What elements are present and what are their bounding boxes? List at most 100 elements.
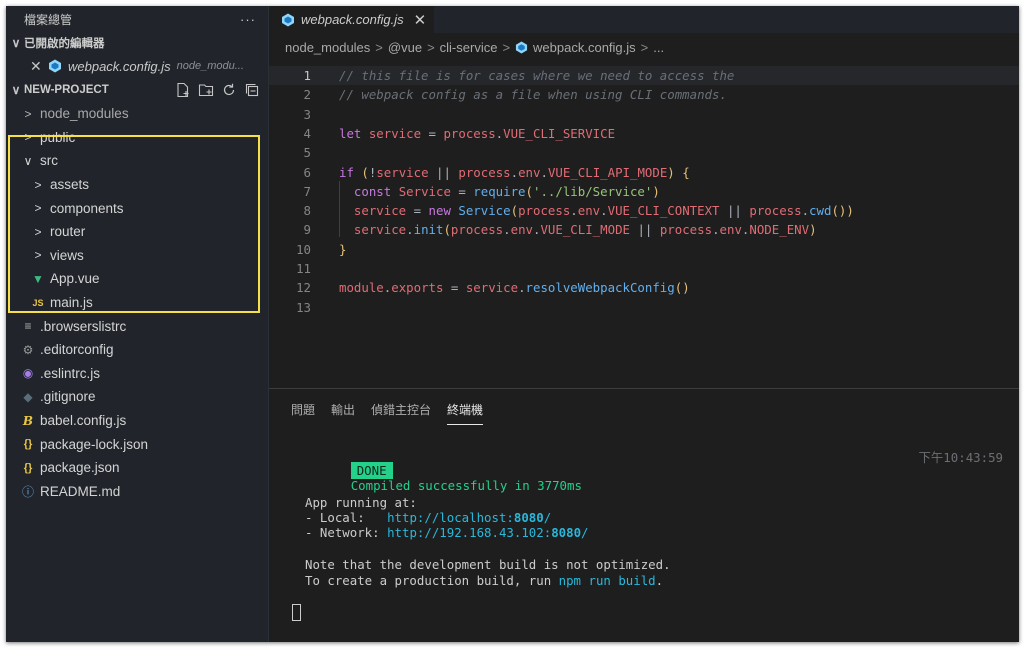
webpack-icon xyxy=(515,40,528,54)
line-number: 8 xyxy=(303,203,311,219)
line-number: 5 xyxy=(303,145,311,161)
code-token: { xyxy=(682,164,690,180)
close-icon[interactable]: ✕ xyxy=(414,11,427,29)
note-period: . xyxy=(655,573,664,588)
tree-item-babel-config-js[interactable]: Bbabel.config.js xyxy=(6,409,268,433)
note-line-2: To create a production build, run npm ru… xyxy=(305,573,663,588)
tab-problems[interactable]: 問題 xyxy=(291,401,315,425)
code-token: ) xyxy=(809,222,817,238)
chevron-right-icon: > xyxy=(502,39,511,55)
code-token: const xyxy=(353,183,399,199)
tree-item-gitignore[interactable]: ◆ .gitignore xyxy=(6,385,268,409)
code-token: () xyxy=(674,280,690,296)
code-line: 10} xyxy=(269,240,1019,259)
breadcrumb-item[interactable]: ... xyxy=(653,40,664,55)
tree-item-label: assets xyxy=(50,177,90,193)
tree-item-eslintrc-js[interactable]: ◉ .eslintrc.js xyxy=(6,362,268,386)
code-token: ) xyxy=(667,164,683,180)
code-token: = xyxy=(450,183,474,199)
open-editors-label: 已開啟的編輯器 xyxy=(24,38,105,50)
collapse-all-icon[interactable] xyxy=(244,82,260,98)
terminal[interactable]: 問題 輸出 偵錯主控台 終端機 DONE Compiled successful… xyxy=(269,389,1019,642)
chevron-right-icon: > xyxy=(24,130,32,145)
tree-item-node-modules[interactable]: > node_modules xyxy=(6,102,268,126)
chevron-right-icon: > xyxy=(34,201,42,216)
refresh-icon[interactable] xyxy=(221,82,237,98)
breadcrumb-item[interactable]: node_modules xyxy=(285,40,370,55)
tab-debug-console[interactable]: 偵錯主控台 xyxy=(371,401,431,425)
tree-item-label: main.js xyxy=(50,295,93,311)
tree-item-label: router xyxy=(50,224,86,240)
code-token: if xyxy=(339,164,362,180)
breadcrumb-item[interactable]: @vue xyxy=(388,40,422,55)
tree-item-label: public xyxy=(40,129,76,145)
tree-item-label: .eslintrc.js xyxy=(40,365,101,381)
tree-item-package-lock-json[interactable]: {} package-lock.json xyxy=(6,432,268,456)
explorer-header: 檔案總管 ··· xyxy=(6,6,268,32)
terminal-timestamp: 下午10:43:59 xyxy=(918,450,1003,465)
code-token: // webpack config as a file when using C… xyxy=(339,87,727,103)
tree-item-app-vue[interactable]: ▼ App.vue xyxy=(6,267,268,291)
breadcrumb-item[interactable]: webpack.config.js xyxy=(533,40,636,55)
tree-item-browserslistrc[interactable]: ≡ .browserslistrc xyxy=(6,314,268,338)
code-token: service xyxy=(368,125,422,141)
build-command: npm run build xyxy=(558,573,656,588)
tree-item-label: babel.config.js xyxy=(40,413,127,429)
line-number: 7 xyxy=(303,183,311,199)
code-text: // webpack config as a file when using C… xyxy=(339,85,727,104)
tree-item-public[interactable]: > public xyxy=(6,126,268,150)
vscode-window: 檔案總管 ··· ∨ 已開啟的編輯器 ✕ webpack.config.js n… xyxy=(6,6,1019,642)
code-editor[interactable]: 1 // this file is for cases where we need… xyxy=(269,58,1019,388)
tree-item-views[interactable]: > views xyxy=(6,244,268,268)
line-number: 12 xyxy=(296,280,311,296)
local-url-slash: / xyxy=(543,510,552,525)
tree-item-router[interactable]: > router xyxy=(6,220,268,244)
tree-item-label: .gitignore xyxy=(40,389,96,405)
code-token: env xyxy=(719,222,742,238)
breadcrumb-item[interactable]: cli-service xyxy=(440,40,498,55)
chevron-down-icon: ∨ xyxy=(11,83,21,97)
tree-item-components[interactable]: > components xyxy=(6,196,268,220)
code-token: ( xyxy=(443,222,451,238)
tree-item-package-json[interactable]: {} package.json xyxy=(6,456,268,480)
code-token: env xyxy=(577,203,601,219)
tab-output[interactable]: 輸出 xyxy=(331,401,355,425)
code-line: 7 const Service = require('../lib/Servic… xyxy=(269,182,1019,201)
tree-item-label: src xyxy=(40,153,58,169)
tree-item-assets[interactable]: > assets xyxy=(6,173,268,197)
code-token: service xyxy=(465,280,519,296)
tab-webpack-config[interactable]: webpack.config.js ✕ xyxy=(269,6,434,33)
code-token: = xyxy=(443,280,466,296)
tree-item-readme-md[interactable]: ⓘ README.md xyxy=(6,480,268,504)
network-url-link[interactable]: http://192.168.43.102:8080/ xyxy=(387,525,588,540)
babel-icon: B xyxy=(22,413,34,428)
tree-item-src[interactable]: ∨ src xyxy=(6,149,268,173)
chevron-right-icon: > xyxy=(34,177,42,192)
close-icon[interactable]: ✕ xyxy=(30,58,46,75)
open-editor-item[interactable]: ✕ webpack.config.js node_modu... xyxy=(6,54,268,78)
more-actions-icon[interactable]: ··· xyxy=(240,12,256,27)
terminal-cursor xyxy=(292,604,301,621)
code-token: NODE_ENV xyxy=(749,222,810,238)
code-token: . xyxy=(510,164,519,180)
tab-terminal[interactable]: 終端機 xyxy=(447,401,484,425)
tree-item-main-js[interactable]: JS main.js xyxy=(6,291,268,315)
code-token: process xyxy=(458,164,511,180)
code-token: env xyxy=(518,164,541,180)
open-editors-section[interactable]: ∨ 已開啟的編輯器 xyxy=(6,32,268,54)
git-icon: ◆ xyxy=(23,389,33,404)
code-token: ( xyxy=(510,203,519,219)
code-token: process xyxy=(518,203,571,219)
code-token: || xyxy=(630,222,660,238)
code-line: 9 service.init(process.env.VUE_CLI_MODE … xyxy=(269,220,1019,239)
code-token: service xyxy=(376,164,429,180)
new-folder-icon[interactable] xyxy=(198,82,214,98)
code-token: VUE_CLI_API_MODE xyxy=(547,164,668,180)
new-file-icon[interactable] xyxy=(175,82,191,98)
local-url-link[interactable]: http://localhost:8080/ xyxy=(387,510,551,525)
line-number: 6 xyxy=(303,164,311,180)
project-section[interactable]: ∨ NEW-PROJECT xyxy=(6,78,268,102)
code-token: . xyxy=(518,280,526,296)
tree-item-editorconfig[interactable]: ⚙ .editorconfig xyxy=(6,338,268,362)
